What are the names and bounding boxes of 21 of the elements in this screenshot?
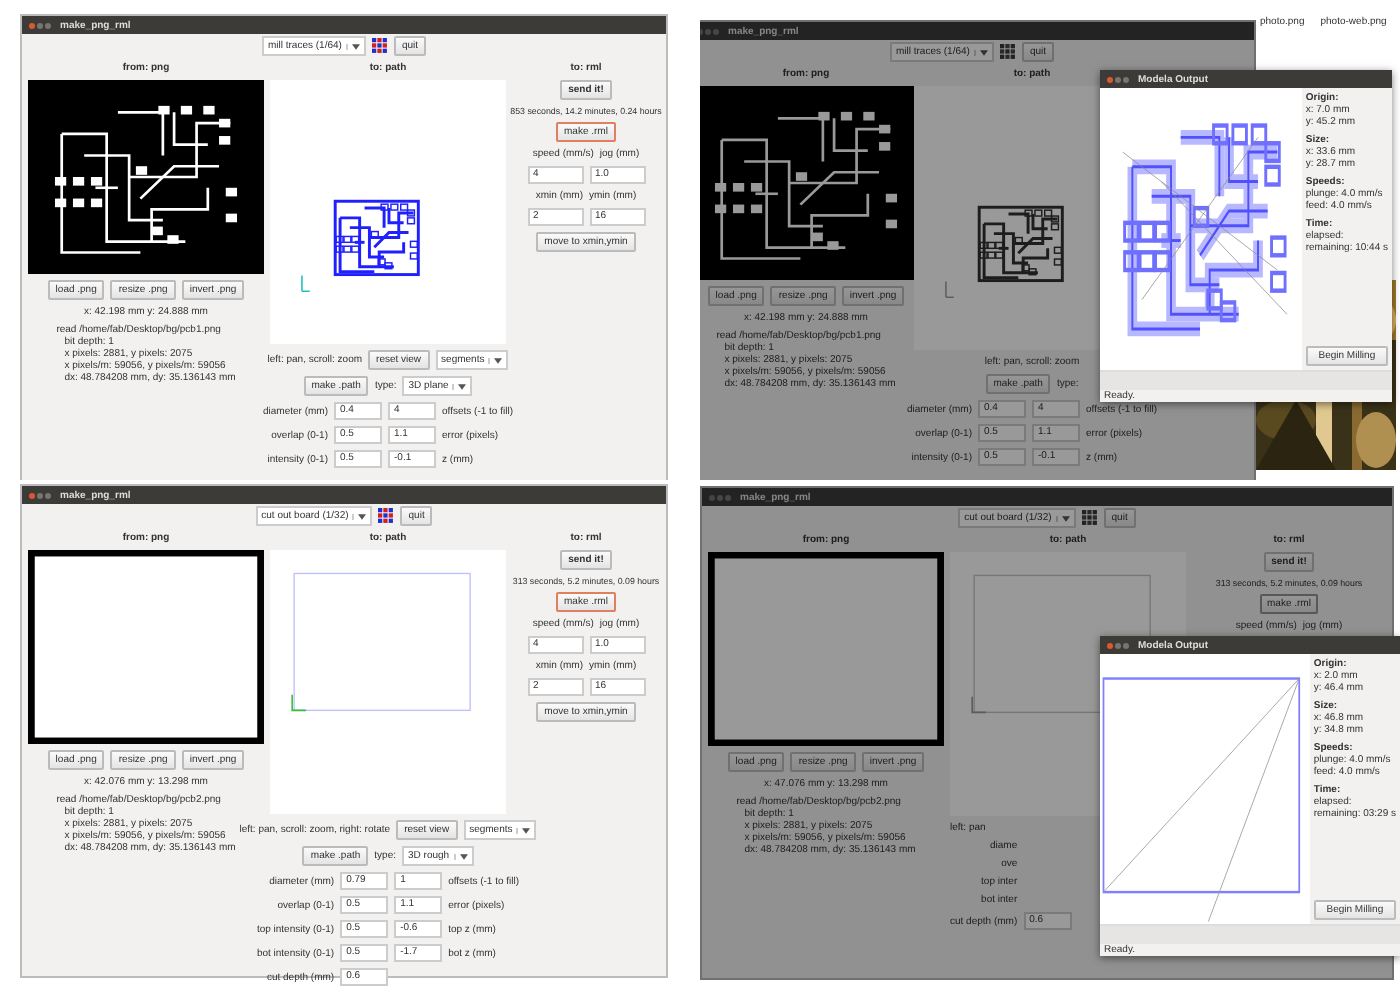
window-controls-icon[interactable] bbox=[1106, 641, 1130, 649]
caret-icon bbox=[494, 357, 503, 363]
caret-icon bbox=[979, 49, 988, 55]
toolpath-drawing bbox=[977, 205, 1064, 283]
window-controls-icon[interactable] bbox=[1106, 75, 1130, 83]
caret-icon bbox=[351, 43, 360, 49]
grid-icon[interactable] bbox=[371, 38, 388, 54]
grid-icon[interactable] bbox=[378, 508, 395, 524]
caret-icon bbox=[522, 827, 531, 833]
caret-icon bbox=[459, 853, 468, 859]
grid-icon[interactable] bbox=[1081, 510, 1098, 526]
axis-icon bbox=[301, 274, 311, 292]
path-view[interactable] bbox=[270, 80, 506, 344]
axis-icon bbox=[945, 280, 955, 298]
caret-icon bbox=[1061, 515, 1070, 521]
window-controls-icon[interactable] bbox=[28, 21, 52, 29]
toolpath-drawing bbox=[333, 199, 420, 277]
window-controls-icon[interactable] bbox=[28, 491, 52, 499]
grid-icon[interactable] bbox=[999, 44, 1016, 60]
caret-icon bbox=[358, 513, 367, 519]
caret-icon bbox=[458, 383, 467, 389]
